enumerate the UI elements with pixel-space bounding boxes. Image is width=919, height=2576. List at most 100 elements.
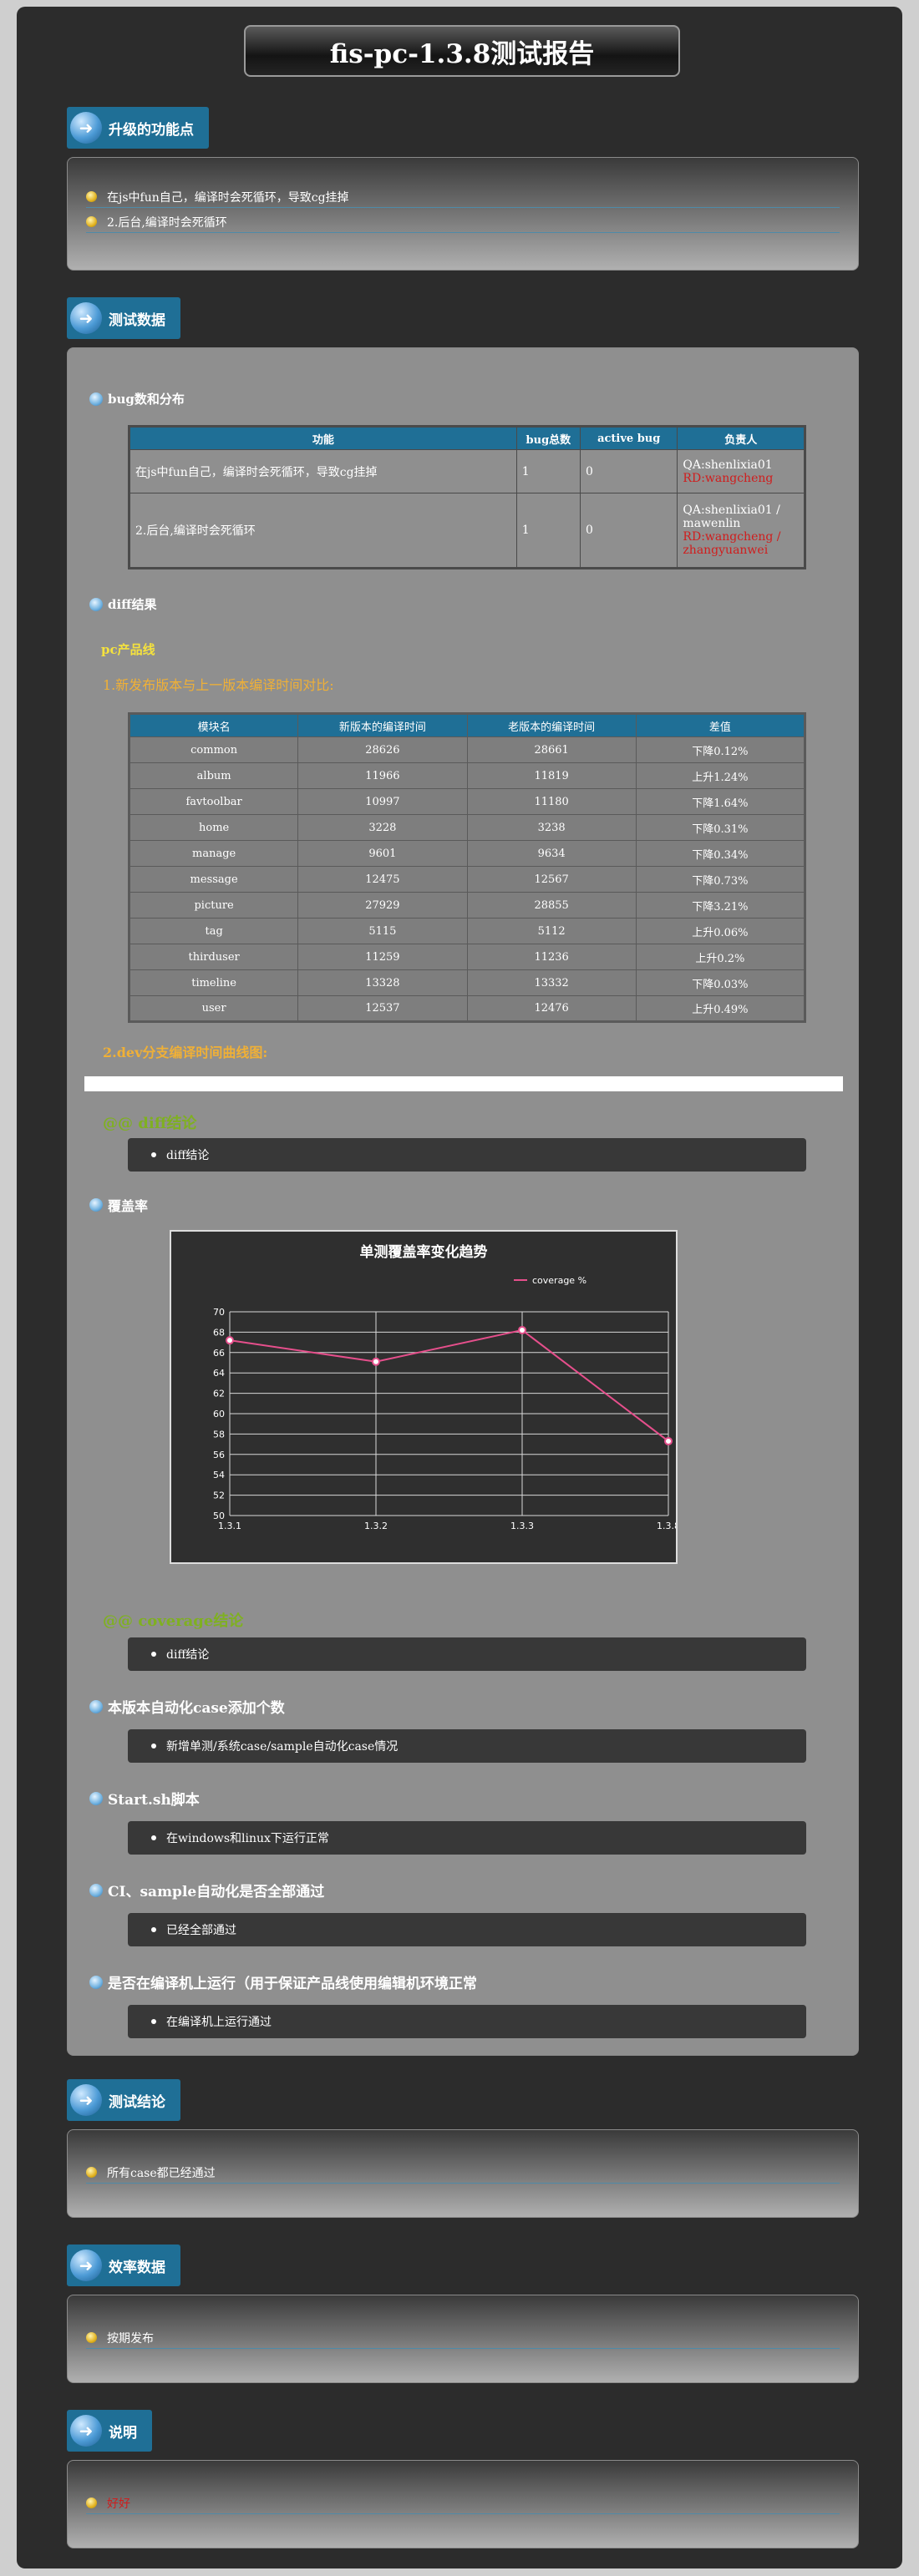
module-cell: favtoolbar <box>128 788 299 815</box>
diff-cell: 上升1.24% <box>635 762 806 789</box>
ci-heading: CI、sample自动化是否全部通过 <box>89 1880 324 1900</box>
table-row: user 12537 12476 上升0.49% <box>128 995 806 1022</box>
page-title: fis-pc-1.3.8测试报告 <box>244 25 680 77</box>
old-time-cell: 12567 <box>466 866 637 893</box>
diff-conclusion-heading: @@ diff结论 <box>103 1115 197 1132</box>
table-row: picture 27929 28855 下降3.21% <box>128 892 806 919</box>
diff-heading-text: diff结果 <box>108 597 157 612</box>
startsh-heading-text: Start.sh脚本 <box>108 1792 200 1809</box>
compare-title: 1.新发布版本与上一版本编译时间对比: <box>103 677 334 693</box>
test-data-panel: bug数和分布 功能 bug总数 active bug 负责人 在js中fun自… <box>67 347 859 2056</box>
legend-label: coverage % <box>532 1275 586 1286</box>
diff-heading: diff结果 <box>89 595 157 613</box>
efficiency-panel: 按期发布 <box>67 2295 859 2383</box>
module-cell: thirduser <box>128 944 299 970</box>
compile-time-table: 模块名 新版本的编译时间 老版本的编译时间 差值 common 28626 2866… <box>128 712 806 1023</box>
column-header: 新版本的编译时间 <box>297 713 468 737</box>
y-tick-label: 70 <box>213 1307 225 1318</box>
bug-total-cell: 1 <box>515 449 581 493</box>
diff-cell: 下降0.34% <box>635 840 806 867</box>
bug-heading: bug数和分布 <box>89 390 185 407</box>
list-item: 好好 <box>86 2492 840 2514</box>
bullet-icon <box>86 2498 97 2508</box>
section-heading-label: 说明 <box>109 2424 137 2442</box>
new-time-cell: 11259 <box>297 944 468 970</box>
module-cell: user <box>128 995 299 1022</box>
y-tick-label: 60 <box>213 1409 225 1420</box>
note-text: diff结论 <box>166 1648 210 1662</box>
owner-qa: QA:shenlixia01 <box>683 458 773 472</box>
upgrade-panel: 在js中fun自己，编译时会死循环，导致cg挂掉 2.后台,编译时会死循环 <box>67 157 859 271</box>
compile-machine-heading-text: 是否在编译机上运行（用于保证产品线使用编辑机环境正常 <box>108 1976 477 1992</box>
list-item-text: 所有case都已经通过 <box>107 2166 216 2180</box>
ball-icon <box>89 597 103 611</box>
section-heading-label: 测试结论 <box>109 2093 165 2111</box>
new-time-cell: 13328 <box>297 969 468 996</box>
y-tick-label: 66 <box>213 1348 225 1359</box>
dev-curve-placeholder <box>84 1076 843 1091</box>
section-heading-label: 升级的功能点 <box>109 121 194 139</box>
active-bug-cell: 0 <box>579 449 678 493</box>
ball-icon <box>89 1791 103 1805</box>
auto-case-heading: 本版本自动化case添加个数 <box>89 1696 285 1717</box>
table-row: timeline 13328 13332 下降0.03% <box>128 969 806 996</box>
coverage-chart: 单测覆盖率变化趋势 coverage % 50 52 54 56 58 60 62 64 66 68 7… <box>170 1230 680 1564</box>
new-time-cell: 12537 <box>297 995 468 1022</box>
arrow-right-icon: ➜ <box>70 302 102 334</box>
table-row: manage 9601 9634 下降0.34% <box>128 840 806 867</box>
data-point <box>664 1436 673 1445</box>
auto-case-item: 新增单测/系统case/sample自动化case情况 <box>128 1729 806 1763</box>
active-bug-cell: 0 <box>579 493 678 569</box>
column-header: 功能 <box>129 426 517 450</box>
ci-item: 已经全部通过 <box>128 1913 806 1946</box>
module-cell: message <box>128 866 299 893</box>
module-cell: manage <box>128 840 299 867</box>
arrow-right-icon: ➜ <box>70 112 102 144</box>
old-time-cell: 11180 <box>466 788 637 815</box>
arrow-right-icon: ➜ <box>70 2084 102 2116</box>
diff-cell: 上升0.49% <box>635 995 806 1022</box>
x-tick-label: 1.3.2 <box>364 1521 388 1531</box>
ball-icon <box>89 1883 103 1897</box>
new-time-cell: 5115 <box>297 918 468 944</box>
ball-icon <box>89 1198 103 1212</box>
x-tick-label: 1.3.3 <box>510 1521 534 1531</box>
list-item-text: 2.后台,编译时会死循环 <box>107 215 227 230</box>
old-time-cell: 13332 <box>466 969 637 996</box>
diff-cell: 上升0.06% <box>635 918 806 944</box>
section-heading-test-data: ➜ 测试数据 <box>67 297 180 339</box>
auto-case-heading-text: 本版本自动化case添加个数 <box>108 1700 285 1717</box>
data-point <box>226 1336 234 1345</box>
section-heading-conclusion: ➜ 测试结论 <box>67 2079 180 2121</box>
ball-icon <box>89 392 103 406</box>
bug-heading-text: bug数和分布 <box>108 392 185 407</box>
owner-qa: QA:shenlixia01 / mawenlin <box>683 504 780 530</box>
old-time-cell: 3238 <box>466 814 637 841</box>
y-tick-label: 58 <box>213 1429 225 1440</box>
list-item-text: 按期发布 <box>107 2331 154 2346</box>
coverage-heading-text: 覆盖率 <box>108 1198 149 1214</box>
y-tick-label: 68 <box>213 1327 225 1338</box>
column-header: 负责人 <box>677 426 805 450</box>
table-row: common 28626 28661 下降0.12% <box>128 736 806 763</box>
notes-panel: 好好 <box>67 2460 859 2548</box>
new-time-cell: 10997 <box>297 788 468 815</box>
ball-icon <box>89 1699 103 1713</box>
new-time-cell: 11966 <box>297 762 468 789</box>
coverage-chart-svg: 单测覆盖率变化趋势coverage %505254565860626466687… <box>213 1243 680 1531</box>
chart-title: 单测覆盖率变化趋势 <box>360 1243 488 1261</box>
data-point <box>518 1325 526 1334</box>
column-header: active bug <box>579 426 678 450</box>
ci-heading-text: CI、sample自动化是否全部通过 <box>108 1884 325 1900</box>
note-text: 已经全部通过 <box>166 1924 236 1937</box>
old-time-cell: 12476 <box>466 995 637 1022</box>
old-time-cell: 28661 <box>466 736 637 763</box>
table-row: message 12475 12567 下降0.73% <box>128 866 806 893</box>
diff-cell: 下降1.64% <box>635 788 806 815</box>
diff-cell: 上升0.2% <box>635 944 806 970</box>
x-tick-label: 1.3.1 <box>218 1521 241 1531</box>
startsh-item: 在windows和linux下运行正常 <box>128 1821 806 1855</box>
list-item: 按期发布 <box>86 2327 840 2349</box>
old-time-cell: 11819 <box>466 762 637 789</box>
note-text: 在编译机上运行通过 <box>166 2016 272 2029</box>
